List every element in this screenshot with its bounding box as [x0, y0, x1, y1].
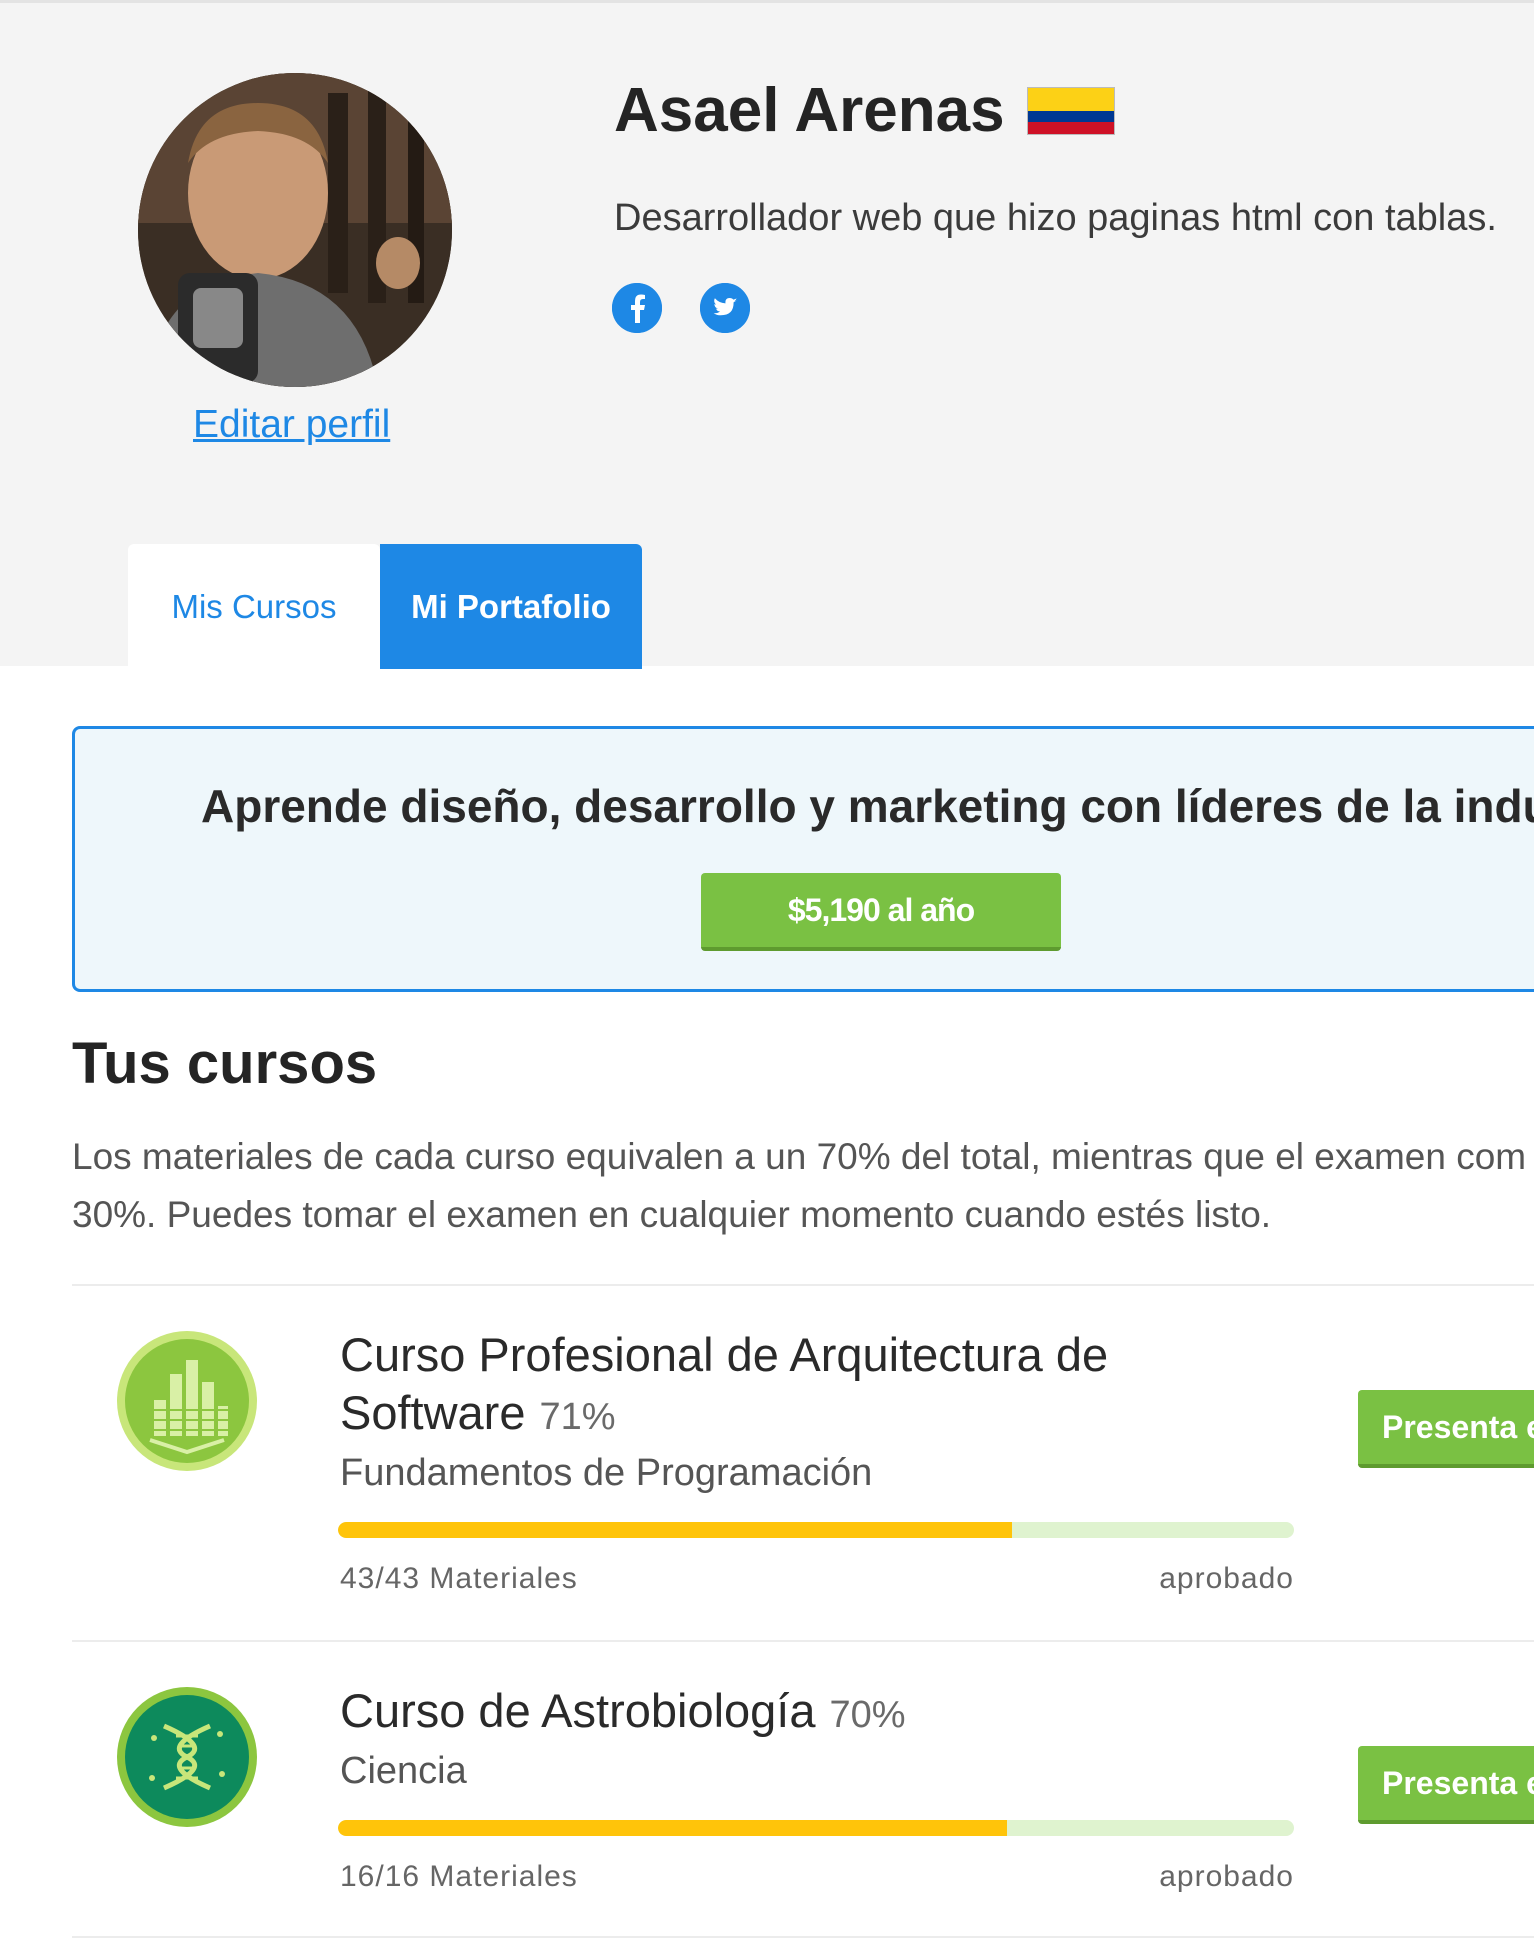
promo-banner: Aprende diseño, desarrollo y marketing c… — [72, 726, 1534, 992]
profile-header: Editar perfil Asael Arenas Desarrollador… — [0, 0, 1534, 669]
course-materials: 16/16 Materiales — [340, 1860, 578, 1893]
profile-bio: Desarrollador web que hizo paginas html … — [614, 197, 1497, 239]
course-title-text: Curso Profesional de Arquitectura de Sof… — [340, 1328, 1109, 1439]
course-title[interactable]: Curso Profesional de Arquitectura de Sof… — [340, 1326, 1240, 1446]
facebook-icon[interactable] — [612, 283, 662, 333]
course-status: aprobado — [1159, 1860, 1294, 1893]
divider — [72, 1936, 1534, 1938]
take-exam-button[interactable]: Presenta e — [1358, 1746, 1534, 1824]
course-category: Fundamentos de Programación — [340, 1452, 873, 1494]
twitter-icon[interactable] — [700, 283, 750, 333]
course-progress-fill — [338, 1522, 1012, 1538]
course-percent: 70% — [829, 1694, 906, 1736]
colombia-flag-icon — [1026, 86, 1115, 135]
section-title: Tus cursos — [72, 1031, 378, 1096]
promo-headline: Aprende diseño, desarrollo y marketing c… — [201, 780, 1534, 832]
course-progress-bar — [338, 1522, 1294, 1538]
take-exam-button[interactable]: Presenta e — [1358, 1390, 1534, 1468]
tab-mi-portafolio[interactable]: Mi Portafolio — [380, 544, 642, 669]
profile-name-row: Asael Arenas — [614, 75, 1115, 146]
divider — [72, 1284, 1534, 1286]
course-title-text: Curso de Astrobiología — [340, 1684, 816, 1737]
course-progress-bar — [338, 1820, 1294, 1836]
course-materials: 43/43 Materiales — [340, 1562, 578, 1595]
course-title[interactable]: Curso de Astrobiología 70% — [340, 1682, 906, 1744]
architecture-building-icon — [116, 1330, 258, 1472]
section-description: Los materiales de cada curso equivalen a… — [72, 1136, 1534, 1235]
subscribe-button[interactable]: $5,190 al año — [701, 873, 1061, 951]
dna-icon — [116, 1686, 258, 1828]
avatar — [138, 73, 452, 387]
edit-profile-link[interactable]: Editar perfil — [193, 403, 390, 447]
course-status: aprobado — [1159, 1562, 1294, 1595]
course-percent: 71% — [539, 1396, 616, 1438]
course-category: Ciencia — [340, 1750, 467, 1792]
divider — [72, 1640, 1534, 1642]
tab-mis-cursos[interactable]: Mis Cursos — [128, 544, 380, 669]
profile-name: Asael Arenas — [614, 76, 1005, 145]
course-progress-fill — [338, 1820, 1008, 1836]
